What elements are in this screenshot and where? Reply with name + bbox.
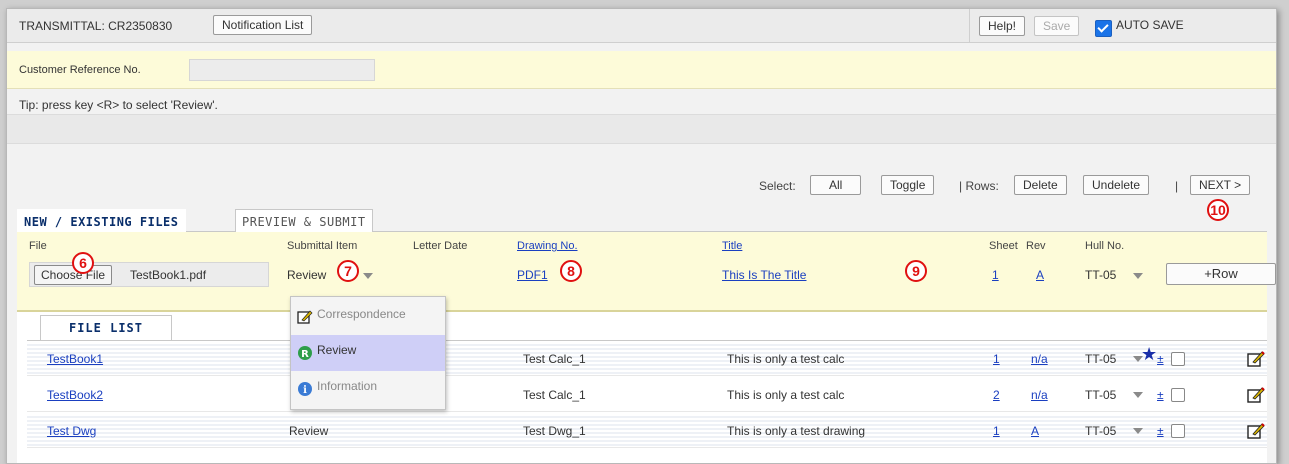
dropdown-option-correspondence[interactable]: Correspondence (291, 299, 445, 335)
star-icon: ★ (1141, 344, 1158, 364)
file-rev-link[interactable]: A (1031, 424, 1039, 438)
hull-no-select[interactable]: TT-05 (1085, 268, 1116, 282)
selection-toolbar: Select: All Toggle | Rows: Delete Undele… (7, 175, 1276, 201)
notification-list-button[interactable]: Notification List (213, 15, 313, 35)
tab-bar: NEW / EXISTING FILES PREVIEW & SUBMIT (17, 209, 1267, 232)
plus-minus-link[interactable]: ± (1157, 424, 1164, 438)
toolbar-separator: | (1175, 179, 1179, 193)
file-title: This is only a test calc (727, 352, 845, 366)
rows-label: | Rows: (959, 179, 999, 193)
title-column-link[interactable]: Title (722, 240, 742, 252)
file-drawing-no: Test Calc_1 (523, 352, 586, 366)
file-sheet-link[interactable]: 2 (993, 388, 1000, 402)
tab-new-existing-files[interactable]: NEW / EXISTING FILES (17, 209, 186, 232)
correspondence-icon (297, 310, 313, 324)
sheet-link[interactable]: 1 (992, 268, 999, 282)
customer-reference-label: Customer Reference No. (19, 64, 141, 76)
delete-rows-button[interactable]: Delete (1014, 175, 1067, 195)
file-column-label: File (29, 240, 47, 252)
callout-6: 6 (72, 252, 94, 274)
drawing-no-link[interactable]: PDF1 (517, 268, 548, 282)
file-title: This is only a test drawing (727, 424, 866, 438)
rev-link[interactable]: A (1036, 268, 1044, 282)
plus-minus-link[interactable]: ± (1157, 352, 1164, 366)
file-rev-link[interactable]: n/a (1031, 352, 1048, 366)
row-checkbox[interactable] (1171, 388, 1185, 402)
letter-date-column-label: Letter Date (413, 240, 468, 252)
file-drawing-no: Test Calc_1 (523, 388, 586, 402)
file-row: Test Dwg Review Test Dwg_1 This is only … (27, 414, 1267, 448)
submittal-item-column-label: Submittal Item (287, 240, 358, 252)
edit-icon[interactable] (1247, 422, 1265, 440)
tip-text: Tip: press key <R> to select 'Review'. (19, 98, 218, 112)
file-drawing-no: Test Dwg_1 (523, 424, 586, 438)
customer-reference-row: Customer Reference No. (7, 51, 1276, 89)
edit-icon[interactable] (1247, 350, 1265, 368)
drawing-no-column-link[interactable]: Drawing No. (517, 240, 578, 252)
status-strip (7, 114, 1276, 144)
dropdown-option-label: Information (317, 379, 378, 393)
hull-chevron-icon[interactable] (1133, 428, 1143, 434)
toggle-button[interactable]: Toggle (881, 175, 935, 195)
callout-8: 8 (560, 260, 582, 282)
new-file-header: File Submittal Item Letter Date Drawing … (17, 232, 1276, 312)
auto-save-label: AUTO SAVE (1116, 18, 1184, 32)
title-divider (969, 9, 970, 43)
file-rev-link[interactable]: n/a (1031, 388, 1048, 402)
dropdown-option-information[interactable]: i Information (291, 371, 445, 407)
add-row-button[interactable]: +Row (1166, 263, 1276, 285)
select-all-button[interactable]: All (810, 175, 862, 195)
undelete-rows-button[interactable]: Undelete (1083, 175, 1150, 195)
row-checkbox[interactable] (1171, 352, 1185, 366)
file-list-divider (27, 340, 1267, 341)
file-list-tab[interactable]: FILE LIST (40, 315, 172, 340)
chosen-file-name: TestBook1.pdf (130, 268, 207, 282)
submittal-dropdown-chevron-icon[interactable] (363, 273, 373, 279)
file-title: This is only a test calc (727, 388, 845, 402)
select-label: Select: (759, 179, 796, 193)
file-name-link[interactable]: Test Dwg (47, 424, 96, 438)
row-checkbox[interactable] (1171, 424, 1185, 438)
dropdown-option-label: Review (317, 343, 357, 357)
hull-chevron-icon[interactable] (1133, 392, 1143, 398)
information-icon: i (298, 382, 312, 396)
plus-minus-link[interactable]: ± (1157, 388, 1164, 402)
title-link[interactable]: This Is The Title (722, 268, 806, 282)
file-hull-no: TT-05 (1085, 424, 1117, 438)
hull-no-column-label: Hull No. (1085, 240, 1125, 252)
file-sheet-link[interactable]: 1 (993, 352, 1000, 366)
transmittal-label: TRANSMITTAL: CR2350830 (19, 19, 173, 33)
file-hull-no: TT-05 (1085, 388, 1117, 402)
file-sheet-link[interactable]: 1 (993, 424, 1000, 438)
edit-icon[interactable] (1247, 386, 1265, 404)
files-panel: File Submittal Item Letter Date Drawing … (17, 232, 1276, 463)
file-hull-no: TT-05 (1085, 352, 1117, 366)
review-icon: R (298, 346, 312, 360)
save-button[interactable]: Save (1034, 16, 1080, 36)
tab-preview-submit[interactable]: PREVIEW & SUBMIT (235, 209, 373, 232)
dropdown-option-label: Correspondence (317, 307, 406, 321)
sheet-column-label: Sheet (989, 240, 1018, 252)
hull-dropdown-chevron-icon[interactable] (1133, 273, 1143, 279)
submittal-item-select[interactable]: Review (287, 268, 326, 282)
customer-reference-input[interactable] (189, 59, 375, 81)
file-submittal: Review (289, 424, 329, 438)
callout-9: 9 (905, 260, 927, 282)
callout-7: 7 (337, 260, 359, 282)
file-row: TestBook1 Test Calc_1 This is only a tes… (27, 342, 1267, 376)
help-button[interactable]: Help! (979, 16, 1026, 36)
file-row: TestBook2 Test Calc_1 This is only a tes… (27, 378, 1267, 412)
file-name-link[interactable]: TestBook1 (47, 352, 103, 366)
title-bar: TRANSMITTAL: CR2350830 Notification List… (7, 9, 1276, 43)
submittal-item-dropdown: Correspondence R Review i Information (290, 296, 446, 410)
auto-save-checkbox[interactable] (1095, 20, 1112, 37)
dropdown-option-review[interactable]: R Review (291, 335, 445, 371)
file-input[interactable]: Choose File TestBook1.pdf (29, 262, 269, 287)
rev-column-label: Rev (1026, 240, 1046, 252)
svg-text:R: R (301, 349, 309, 360)
svg-text:i: i (303, 385, 307, 396)
file-name-link[interactable]: TestBook2 (47, 388, 103, 402)
next-button[interactable]: NEXT > (1190, 175, 1251, 195)
transmittal-window: TRANSMITTAL: CR2350830 Notification List… (6, 8, 1277, 464)
